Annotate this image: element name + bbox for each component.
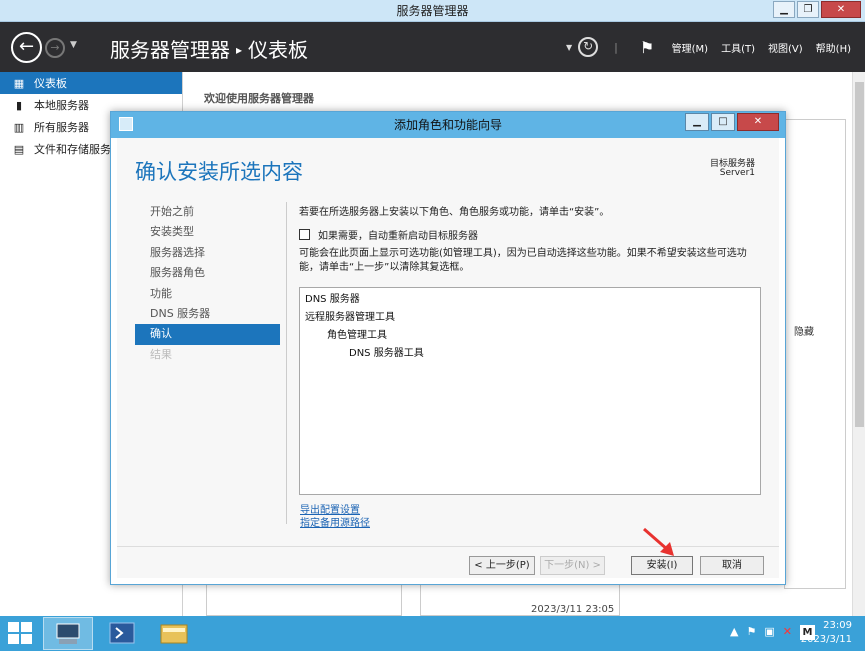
step-features[interactable]: 功能 [135, 284, 280, 304]
dashboard-tile [784, 119, 846, 589]
header-bar: ← → ▼ 服务器管理器 ▸ 仪表板 ▼ ↻ | ⚑ 管理(M) 工具(T) 视图(… [0, 22, 865, 72]
wizard-title: 添加角色和功能向导 [393, 118, 502, 132]
servers-icon: ▥ [13, 120, 25, 134]
divider [286, 202, 287, 524]
menu-help[interactable]: 帮助(H) [816, 40, 851, 55]
separator: | [614, 40, 618, 54]
menu-view[interactable]: 视图(V) [768, 40, 803, 55]
list-item: DNS 服务器工具 [349, 348, 424, 359]
previous-button[interactable]: < 上一步(P) [469, 556, 535, 575]
refresh-dropdown-icon[interactable]: ▼ [566, 43, 572, 52]
tile-timestamp: 2023/3/11 23:05 [531, 604, 615, 615]
sidebar-item-dashboard[interactable]: ▦ 仪表板 [0, 72, 182, 94]
restart-checkbox-label[interactable]: 如果需要，自动重新启动目标服务器 [318, 227, 478, 242]
install-button[interactable]: 安装(I) [631, 556, 693, 575]
wizard-close-button[interactable]: ✕ [737, 113, 779, 131]
step-server-selection[interactable]: 服务器选择 [135, 243, 280, 263]
menu-tools[interactable]: 工具(T) [721, 40, 755, 55]
list-item: 远程服务器管理工具 [305, 312, 395, 323]
network-icon[interactable]: ▣ [764, 625, 774, 640]
notifications-flag-icon[interactable]: ⚑ [640, 38, 654, 57]
file-explorer-taskbar-icon[interactable] [149, 617, 199, 650]
wizard-app-icon [119, 117, 133, 131]
vertical-scrollbar[interactable] [852, 72, 865, 616]
sidebar-item-label: 本地服务器 [34, 99, 89, 112]
clock-date: 2023/3/11 [800, 634, 852, 645]
step-results: 结果 [150, 347, 172, 361]
list-item: DNS 服务器 [305, 294, 360, 305]
scrollbar-thumb[interactable] [855, 82, 864, 427]
close-button[interactable]: ✕ [821, 1, 861, 18]
dashboard-icon: ▦ [13, 76, 25, 90]
dashboard-tile [206, 585, 402, 616]
back-arrow-icon[interactable]: ← [11, 32, 42, 63]
add-roles-wizard-dialog: 添加角色和功能向导 ▁ □ ✕ 确认安装所选内容 目标服务器 Server1 开… [110, 111, 786, 585]
wizard-body: 确认安装所选内容 目标服务器 Server1 开始之前 安装类型 服务器选择 服… [117, 138, 779, 578]
breadcrumb-root[interactable]: 服务器管理器 [110, 38, 230, 62]
restart-checkbox[interactable] [299, 229, 310, 240]
breadcrumb-separator-icon: ▸ [236, 43, 243, 57]
cancel-button[interactable]: 取消 [700, 556, 764, 575]
sidebar-item-label: 仪表板 [34, 77, 67, 90]
next-button: 下一步(N) > [540, 556, 605, 575]
wizard-minimize-button[interactable]: ▁ [685, 113, 709, 131]
list-item: 角色管理工具 [327, 330, 387, 341]
export-config-link[interactable]: 导出配置设置 [300, 504, 370, 517]
window-title-bar: 服务器管理器 ▁ ❐ ✕ [0, 0, 865, 22]
step-before-you-begin[interactable]: 开始之前 [135, 202, 280, 222]
welcome-title: 欢迎使用服务器管理器 [204, 92, 314, 105]
menu-manage[interactable]: 管理(M) [672, 40, 708, 55]
minimize-button[interactable]: ▁ [773, 1, 795, 18]
server-icon: ▮ [15, 98, 23, 112]
storage-icon: ▤ [13, 142, 25, 156]
step-dns-server[interactable]: DNS 服务器 [135, 304, 280, 324]
restore-button[interactable]: ❐ [797, 1, 819, 18]
breadcrumb: 服务器管理器 ▸ 仪表板 [110, 34, 308, 63]
header-menu: 管理(M) 工具(T) 视图(V) 帮助(H) [672, 40, 851, 55]
alternate-source-link[interactable]: 指定备用源路径 [300, 517, 370, 530]
sidebar-item-label: 文件和存储服务 [34, 143, 111, 156]
window-title: 服务器管理器 [396, 4, 469, 18]
nav-history-dropdown-icon[interactable]: ▼ [70, 40, 77, 50]
volume-muted-icon[interactable]: ✕ [783, 625, 792, 640]
wizard-maximize-button[interactable]: □ [711, 113, 735, 131]
step-server-roles[interactable]: 服务器角色 [135, 263, 280, 283]
wizard-heading: 确认安装所选内容 [135, 160, 303, 184]
clock-time: 23:09 [823, 620, 852, 631]
target-server-name: Server1 [719, 168, 755, 178]
restart-checkbox-row[interactable]: 如果需要，自动重新启动目标服务器 [299, 227, 478, 242]
step-confirmation[interactable]: 确认 [135, 324, 280, 345]
windows-start-icon[interactable] [8, 622, 34, 646]
taskbar-clock[interactable]: 23:09 2023/3/11 [801, 619, 852, 647]
wizard-title-bar: 添加角色和功能向导 ▁ □ ✕ [111, 112, 785, 138]
hide-link[interactable]: 隐藏 [794, 323, 814, 338]
annotation-arrow-icon [643, 527, 674, 556]
tray-expand-icon[interactable]: ▲ [730, 625, 738, 640]
sidebar-item-label: 所有服务器 [34, 121, 89, 134]
selected-items-list: DNS 服务器 远程服务器管理工具 角色管理工具 DNS 服务器工具 [299, 287, 761, 495]
taskbar: ▲ ⚑ ▣ ✕ M 23:09 2023/3/11 [0, 616, 865, 651]
breadcrumb-current: 仪表板 [248, 38, 309, 62]
optional-features-note: 可能会在此页面上显示可选功能(如管理工具)，因为已自动选择这些功能。如果不希望安… [299, 248, 747, 273]
forward-arrow-icon[interactable]: → [45, 38, 65, 58]
step-installation-type[interactable]: 安装类型 [135, 222, 280, 242]
wizard-links: 导出配置设置 指定备用源路径 [300, 504, 370, 530]
server-manager-taskbar-icon[interactable] [43, 617, 93, 650]
powershell-taskbar-icon[interactable] [97, 617, 147, 650]
refresh-icon[interactable]: ↻ [578, 37, 599, 57]
action-center-flag-icon[interactable]: ⚑ [747, 625, 757, 640]
confirmation-description: 若要在所选服务器上安装以下角色、角色服务或功能，请单击“安装”。 [299, 207, 610, 218]
wizard-steps: 开始之前 安装类型 服务器选择 服务器角色 功能 DNS 服务器 确认 结果 [135, 202, 280, 365]
